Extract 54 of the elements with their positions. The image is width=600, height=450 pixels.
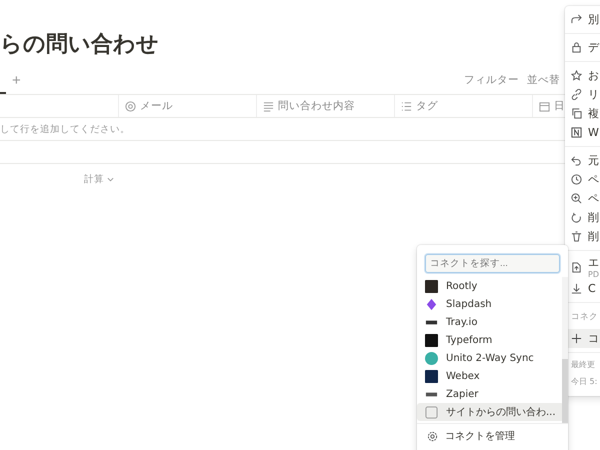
connection-item[interactable]: Typeform (417, 331, 564, 349)
menu-item[interactable]: C (588, 282, 596, 295)
column-header[interactable]: 問い合わせ内容 (278, 99, 355, 113)
search-field[interactable]: コネクトを探す... (425, 254, 560, 273)
menu-item[interactable]: ペ (588, 191, 599, 206)
chevron-down-icon (107, 177, 114, 182)
menu-item[interactable]: エ (588, 255, 599, 270)
menu-item[interactable]: 削 (588, 229, 599, 244)
text-lines-icon (263, 100, 274, 112)
download-icon (571, 283, 582, 294)
menu-item[interactable]: デ (588, 40, 599, 55)
plus-icon (571, 333, 582, 344)
toolbar-button[interactable]: フィルター (464, 73, 519, 87)
connection-item[interactable]: Webex (417, 367, 564, 385)
menu-item-subtitle: PD (588, 270, 599, 279)
calendar-icon (539, 100, 550, 112)
menu-item[interactable]: 複 (588, 106, 599, 121)
menu-item[interactable]: W (588, 126, 599, 139)
clock-icon (571, 174, 582, 185)
undo-icon (571, 155, 582, 166)
column-header[interactable]: タグ (416, 99, 438, 113)
connection-item[interactable]: Slapdash (417, 295, 564, 313)
menu-item[interactable]: リ (588, 87, 599, 102)
empty-table-hint: して行を追加してください。 (0, 122, 130, 136)
menu-item[interactable]: 削 (588, 210, 599, 225)
connection-item[interactable]: Tray.io (417, 313, 564, 331)
menu-item[interactable]: 別 (588, 12, 599, 27)
copy-icon (571, 108, 582, 119)
add-connection-item[interactable]: コ (565, 329, 600, 348)
page-title: らの問い合わせ (0, 31, 159, 59)
export-icon (571, 262, 582, 272)
menu-item[interactable]: お (588, 68, 599, 83)
redirect-icon (571, 14, 582, 25)
connection-item[interactable]: Rootly (417, 277, 564, 295)
settings-icon (427, 430, 438, 442)
column-header[interactable]: 日 (554, 99, 565, 113)
link-icon (571, 89, 582, 100)
zoom-icon (571, 193, 582, 204)
star-icon (571, 70, 582, 81)
menu-footer-text: 今日 5: (571, 376, 598, 387)
section-label: コネク (570, 311, 599, 324)
refresh-icon (571, 212, 582, 223)
lock-icon (571, 42, 582, 53)
connection-item[interactable]: Unito 2-Way Sync (417, 349, 564, 367)
manage-connections-button[interactable]: コネクトを管理 (445, 429, 515, 443)
menu-item[interactable]: 元 (588, 153, 599, 168)
list-icon (401, 100, 412, 112)
menu-footer-text: 最終更 (571, 359, 596, 370)
toolbar-button[interactable]: 並べ替 (527, 73, 560, 87)
trash-icon (571, 231, 582, 242)
connection-item[interactable]: Zapier (417, 385, 564, 403)
connection-item[interactable]: サイトからの問い合わ... (417, 403, 564, 421)
menu-item[interactable]: ペ (588, 172, 599, 187)
column-header[interactable]: メール (140, 99, 173, 113)
